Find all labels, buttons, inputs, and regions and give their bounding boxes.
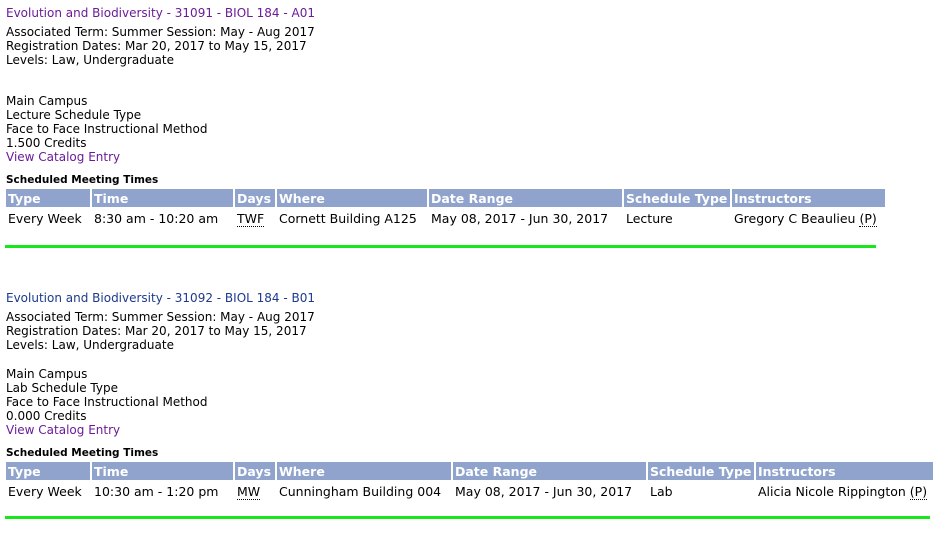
meeting-times-table: Type Time Days Where Date Range Schedule… bbox=[4, 462, 935, 502]
credits: 0.000 Credits bbox=[6, 409, 87, 423]
view-catalog-entry-link[interactable]: View Catalog Entry bbox=[6, 150, 120, 164]
course-section-a01: Evolution and Biodiversity - 31091 - BIO… bbox=[6, 6, 887, 229]
registration-dates: Registration Dates: Mar 20, 2017 to May … bbox=[6, 39, 307, 53]
instructional-method: Face to Face Instructional Method bbox=[6, 122, 208, 136]
instructor-name: Gregory C Beaulieu bbox=[734, 210, 856, 226]
cell-type: Every Week bbox=[8, 483, 82, 499]
scheduled-meeting-times-heading: Scheduled Meeting Times bbox=[6, 447, 159, 459]
cell-instructors: Alicia Nicole Rippington (P) bbox=[756, 480, 933, 502]
cell-type: Every Week bbox=[8, 210, 82, 226]
levels: Levels: Law, Undergraduate bbox=[6, 338, 174, 352]
table-header-row: Type Time Days Where Date Range Schedule… bbox=[6, 189, 885, 207]
scheduled-meeting-times-heading: Scheduled Meeting Times bbox=[6, 174, 159, 186]
cell-date-range: May 08, 2017 - Jun 30, 2017 bbox=[455, 483, 633, 499]
cell-date-range: May 08, 2017 - Jun 30, 2017 bbox=[431, 210, 609, 226]
course-title-link[interactable]: Evolution and Biodiversity - 31092 - BIO… bbox=[6, 291, 315, 306]
cell-instructors: Gregory C Beaulieu (P) bbox=[732, 207, 885, 229]
cell-schedule-type: Lecture bbox=[626, 210, 673, 226]
table-header-row: Type Time Days Where Date Range Schedule… bbox=[6, 462, 933, 480]
cell-days: TWF bbox=[235, 207, 275, 229]
cell-days: MW bbox=[235, 480, 275, 502]
row-highlight-bar bbox=[5, 516, 930, 519]
column-header-where: Where bbox=[277, 462, 451, 480]
column-header-schedule-type: Schedule Type bbox=[648, 462, 754, 480]
cell-time: 8:30 am - 10:20 am bbox=[94, 210, 219, 226]
instructional-method: Face to Face Instructional Method bbox=[6, 395, 208, 409]
cell-where: Cunningham Building 004 bbox=[279, 483, 442, 499]
row-highlight-bar bbox=[5, 245, 876, 248]
cell-where: Cornett Building A125 bbox=[279, 210, 417, 226]
registration-dates: Registration Dates: Mar 20, 2017 to May … bbox=[6, 324, 307, 338]
days-abbreviation[interactable]: TWF bbox=[237, 210, 265, 227]
campus: Main Campus bbox=[6, 94, 88, 108]
credits: 1.500 Credits bbox=[6, 136, 87, 150]
column-header-date-range: Date Range bbox=[429, 189, 622, 207]
column-header-days: Days bbox=[235, 189, 275, 207]
column-header-schedule-type: Schedule Type bbox=[624, 189, 730, 207]
instructor-name: Alicia Nicole Rippington bbox=[758, 483, 906, 499]
column-header-time: Time bbox=[92, 462, 233, 480]
meeting-times-table: Type Time Days Where Date Range Schedule… bbox=[4, 189, 887, 229]
column-header-where: Where bbox=[277, 189, 427, 207]
column-header-instructors: Instructors bbox=[756, 462, 933, 480]
column-header-time: Time bbox=[92, 189, 233, 207]
table-row: Every Week 8:30 am - 10:20 am TWF Cornet… bbox=[6, 207, 885, 229]
campus: Main Campus bbox=[6, 367, 88, 381]
column-header-days: Days bbox=[235, 462, 275, 480]
course-title-link[interactable]: Evolution and Biodiversity - 31091 - BIO… bbox=[6, 6, 315, 21]
column-header-type: Type bbox=[6, 462, 90, 480]
course-section-b01: Evolution and Biodiversity - 31092 - BIO… bbox=[6, 291, 935, 502]
column-header-date-range: Date Range bbox=[453, 462, 646, 480]
primary-instructor-mark[interactable]: (P) bbox=[859, 210, 877, 227]
primary-instructor-mark[interactable]: (P) bbox=[909, 483, 928, 500]
associated-term: Associated Term: Summer Session: May - A… bbox=[6, 25, 315, 39]
cell-time: 10:30 am - 1:20 pm bbox=[94, 483, 219, 499]
schedule-type: Lecture Schedule Type bbox=[6, 108, 142, 122]
schedule-type: Lab Schedule Type bbox=[6, 381, 118, 395]
column-header-instructors: Instructors bbox=[732, 189, 885, 207]
table-row: Every Week 10:30 am - 1:20 pm MW Cunning… bbox=[6, 480, 933, 502]
levels: Levels: Law, Undergraduate bbox=[6, 53, 174, 67]
view-catalog-entry-link[interactable]: View Catalog Entry bbox=[6, 423, 120, 437]
days-abbreviation[interactable]: MW bbox=[237, 483, 261, 500]
cell-schedule-type: Lab bbox=[650, 483, 673, 499]
associated-term: Associated Term: Summer Session: May - A… bbox=[6, 310, 315, 324]
column-header-type: Type bbox=[6, 189, 90, 207]
